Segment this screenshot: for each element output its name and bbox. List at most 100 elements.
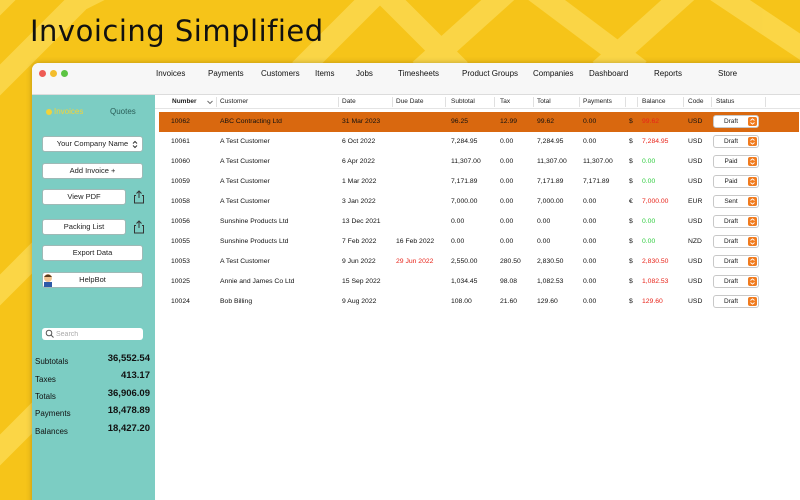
sort-descending-icon[interactable] bbox=[207, 100, 213, 105]
col-customer[interactable]: Customer bbox=[220, 98, 248, 105]
col-subtotal[interactable]: Subtotal bbox=[451, 98, 475, 105]
cell-tax: 0.00 bbox=[500, 198, 514, 205]
cell-currency-symbol: $ bbox=[629, 158, 633, 165]
helpbot-button[interactable]: HelpBot bbox=[42, 272, 143, 288]
status-select[interactable]: Draft bbox=[713, 295, 759, 308]
nav-invoices[interactable]: Invoices bbox=[156, 69, 185, 78]
table-row[interactable]: 10055 Sunshine Products Ltd 7 Feb 2022 16 F… bbox=[159, 232, 799, 252]
nav-customers[interactable]: Customers bbox=[261, 69, 300, 78]
status-select[interactable]: Draft bbox=[713, 135, 759, 148]
chevron-updown-icon bbox=[748, 157, 757, 166]
view-pdf-button[interactable]: View PDF bbox=[42, 189, 126, 205]
helpbot-label: HelpBot bbox=[79, 275, 106, 284]
col-due-date[interactable]: Due Date bbox=[396, 98, 423, 105]
status-select[interactable]: Draft bbox=[713, 215, 759, 228]
nav-reports[interactable]: Reports bbox=[654, 69, 682, 78]
cell-code: USD bbox=[688, 278, 703, 285]
table-row[interactable]: 10025 Annie and James Co Ltd 15 Sep 2022 1,… bbox=[159, 272, 799, 292]
col-date[interactable]: Date bbox=[342, 98, 356, 105]
close-window-button[interactable] bbox=[39, 70, 46, 77]
cell-tax: 280.50 bbox=[500, 258, 521, 265]
table-row[interactable]: 10024 Bob Billing 9 Aug 2022 108.00 21.60 129… bbox=[159, 292, 799, 312]
col-total[interactable]: Total bbox=[537, 98, 551, 105]
balances-value: 18,427.20 bbox=[107, 423, 150, 434]
cell-date: 1 Mar 2022 bbox=[342, 178, 377, 185]
status-select[interactable]: Sent bbox=[713, 195, 759, 208]
nav-payments[interactable]: Payments bbox=[208, 69, 244, 78]
zoom-window-button[interactable] bbox=[61, 70, 68, 77]
packing-list-button[interactable]: Packing List bbox=[42, 219, 126, 235]
column-divider bbox=[216, 97, 217, 107]
add-invoice-button[interactable]: Add Invoice + bbox=[42, 163, 143, 179]
cell-balance: 2,830.50 bbox=[642, 258, 669, 265]
segment-invoices[interactable]: Invoices bbox=[46, 107, 83, 116]
cell-balance: 99.62 bbox=[642, 118, 660, 125]
cell-date: 3 Jan 2022 bbox=[342, 198, 376, 205]
cell-currency-symbol: $ bbox=[629, 118, 633, 125]
search-input[interactable] bbox=[56, 329, 140, 339]
share-icon[interactable] bbox=[133, 190, 145, 204]
cell-payments: 0.00 bbox=[583, 298, 597, 305]
table-row[interactable]: 10061 A Test Customer 6 Oct 2022 7,284.95 0.… bbox=[159, 132, 799, 152]
col-code[interactable]: Code bbox=[688, 98, 704, 105]
status-select[interactable]: Draft bbox=[713, 235, 759, 248]
invoice-table: Number Customer Date Due Date Subtotal T… bbox=[155, 95, 800, 500]
nav-dashboard[interactable]: Dashboard bbox=[589, 69, 628, 78]
cell-subtotal: 1,034.45 bbox=[451, 278, 478, 285]
chevron-updown-icon bbox=[748, 177, 757, 186]
export-data-button[interactable]: Export Data bbox=[42, 245, 143, 261]
table-row[interactable]: 10060 A Test Customer 6 Apr 2022 11,307.00 0… bbox=[159, 152, 799, 172]
nav-companies[interactable]: Companies bbox=[533, 69, 573, 78]
chevron-updown-icon bbox=[748, 197, 757, 206]
status-value: Draft bbox=[723, 118, 739, 125]
nav-timesheets[interactable]: Timesheets bbox=[398, 69, 439, 78]
cell-total: 7,000.00 bbox=[537, 198, 564, 205]
status-select[interactable]: Paid bbox=[713, 175, 759, 188]
cell-total: 11,307.00 bbox=[537, 158, 567, 165]
search-field[interactable] bbox=[42, 328, 143, 340]
cell-balance: 7,000.00 bbox=[642, 198, 669, 205]
cell-tax: 21.60 bbox=[500, 298, 518, 305]
cell-customer: A Test Customer bbox=[220, 178, 270, 185]
table-row[interactable]: 10059 A Test Customer 1 Mar 2022 7,171.89 0.… bbox=[159, 172, 799, 192]
cell-customer: Annie and James Co Ltd bbox=[220, 278, 295, 285]
cell-date: 15 Sep 2022 bbox=[342, 278, 381, 285]
minimize-window-button[interactable] bbox=[50, 70, 57, 77]
cell-balance: 1,082.53 bbox=[642, 278, 669, 285]
status-select[interactable]: Draft bbox=[713, 275, 759, 288]
nav-items[interactable]: Items bbox=[315, 69, 335, 78]
col-status[interactable]: Status bbox=[716, 98, 734, 105]
column-divider bbox=[625, 97, 626, 107]
share-icon[interactable] bbox=[133, 220, 145, 234]
status-value: Draft bbox=[723, 138, 739, 145]
col-payments[interactable]: Payments bbox=[583, 98, 612, 105]
status-select[interactable]: Draft bbox=[713, 115, 759, 128]
segment-quotes[interactable]: Quotes bbox=[110, 107, 136, 116]
nav-jobs[interactable]: Jobs bbox=[356, 69, 373, 78]
status-select[interactable]: Draft bbox=[713, 255, 759, 268]
company-select[interactable]: Your Company Name bbox=[42, 136, 143, 152]
column-divider bbox=[579, 97, 580, 107]
cell-tax: 0.00 bbox=[500, 138, 514, 145]
nav-store[interactable]: Store bbox=[718, 69, 737, 78]
table-row[interactable]: 10056 Sunshine Products Ltd 13 Dec 2021 0.0… bbox=[159, 212, 799, 232]
col-tax[interactable]: Tax bbox=[500, 98, 510, 105]
cell-payments: 7,171.89 bbox=[583, 178, 610, 185]
cell-code: NZD bbox=[688, 238, 702, 245]
status-value: Draft bbox=[723, 238, 739, 245]
table-row[interactable]: 10053 A Test Customer 9 Jun 2022 29 Jun 202… bbox=[159, 252, 799, 272]
table-row[interactable]: 10058 A Test Customer 3 Jan 2022 7,000.00 0.… bbox=[159, 192, 799, 212]
table-row[interactable]: 10062 ABC Contracting Ltd 31 Mar 2023 96.25… bbox=[159, 112, 799, 132]
segment-invoices-label: Invoices bbox=[54, 107, 84, 116]
col-balance[interactable]: Balance bbox=[642, 98, 666, 105]
cell-number: 10025 bbox=[171, 278, 190, 285]
status-value: Paid bbox=[724, 178, 738, 185]
column-divider bbox=[494, 97, 495, 107]
totals-value: 36,906.09 bbox=[107, 388, 150, 399]
nav-product-groups[interactable]: Product Groups bbox=[462, 69, 518, 78]
status-select[interactable]: Paid bbox=[713, 155, 759, 168]
cell-subtotal: 7,000.00 bbox=[451, 198, 478, 205]
cell-currency-symbol: $ bbox=[629, 258, 633, 265]
cell-payments: 0.00 bbox=[583, 258, 597, 265]
col-number[interactable]: Number bbox=[172, 98, 197, 105]
